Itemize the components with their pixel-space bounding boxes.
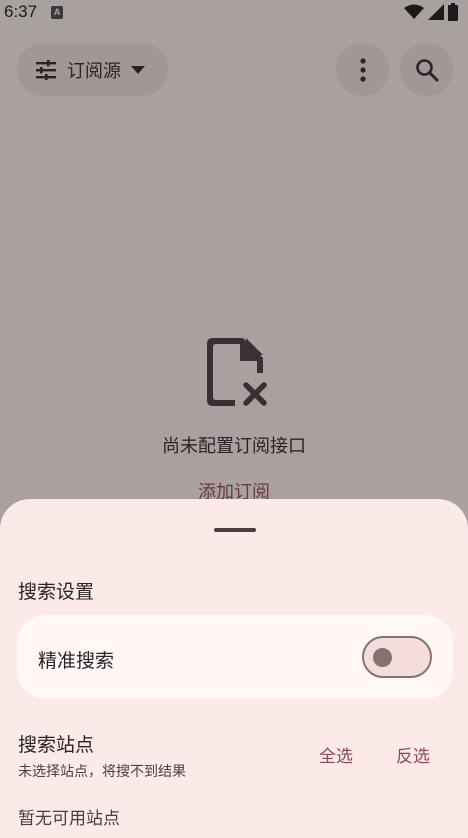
precise-search-label: 精准搜索	[38, 650, 115, 672]
status-icons	[404, 3, 458, 21]
search-sites-subtitle: 未选择站点，将搜不到结果	[18, 764, 186, 780]
search-settings-sheet: 搜索设置 精准搜索 搜索站点 未选择站点，将搜不到结果 全选 反选 暂无可用站点	[0, 499, 468, 838]
invert-selection-button[interactable]: 反选	[396, 742, 430, 767]
subscription-source-dropdown[interactable]: 订阅源	[17, 43, 168, 96]
search-icon	[415, 58, 438, 81]
signal-icon	[428, 4, 444, 20]
precise-search-toggle[interactable]	[362, 636, 432, 678]
wifi-icon	[404, 4, 424, 19]
status-bar: 6:37 A	[0, 0, 468, 24]
empty-message: 尚未配置订阅接口	[162, 436, 306, 457]
precise-search-card: 精准搜索	[17, 615, 453, 699]
search-button[interactable]	[400, 43, 453, 96]
file-error-icon	[207, 338, 267, 406]
dropdown-arrow-icon	[131, 65, 145, 74]
status-time: 6:37	[4, 2, 38, 21]
toggle-knob	[373, 648, 392, 667]
select-all-button[interactable]: 全选	[319, 742, 353, 767]
more-options-button[interactable]	[336, 43, 389, 96]
notification-icon: A	[51, 5, 64, 19]
battery-icon	[448, 3, 458, 21]
search-sites-title: 搜索站点	[18, 734, 95, 756]
tune-icon	[36, 59, 56, 80]
more-vert-icon	[359, 57, 366, 82]
no-sites-message: 暂无可用站点	[18, 809, 120, 829]
sheet-drag-handle[interactable]	[214, 528, 256, 532]
source-label: 订阅源	[67, 60, 121, 82]
sheet-title: 搜索设置	[18, 581, 95, 603]
